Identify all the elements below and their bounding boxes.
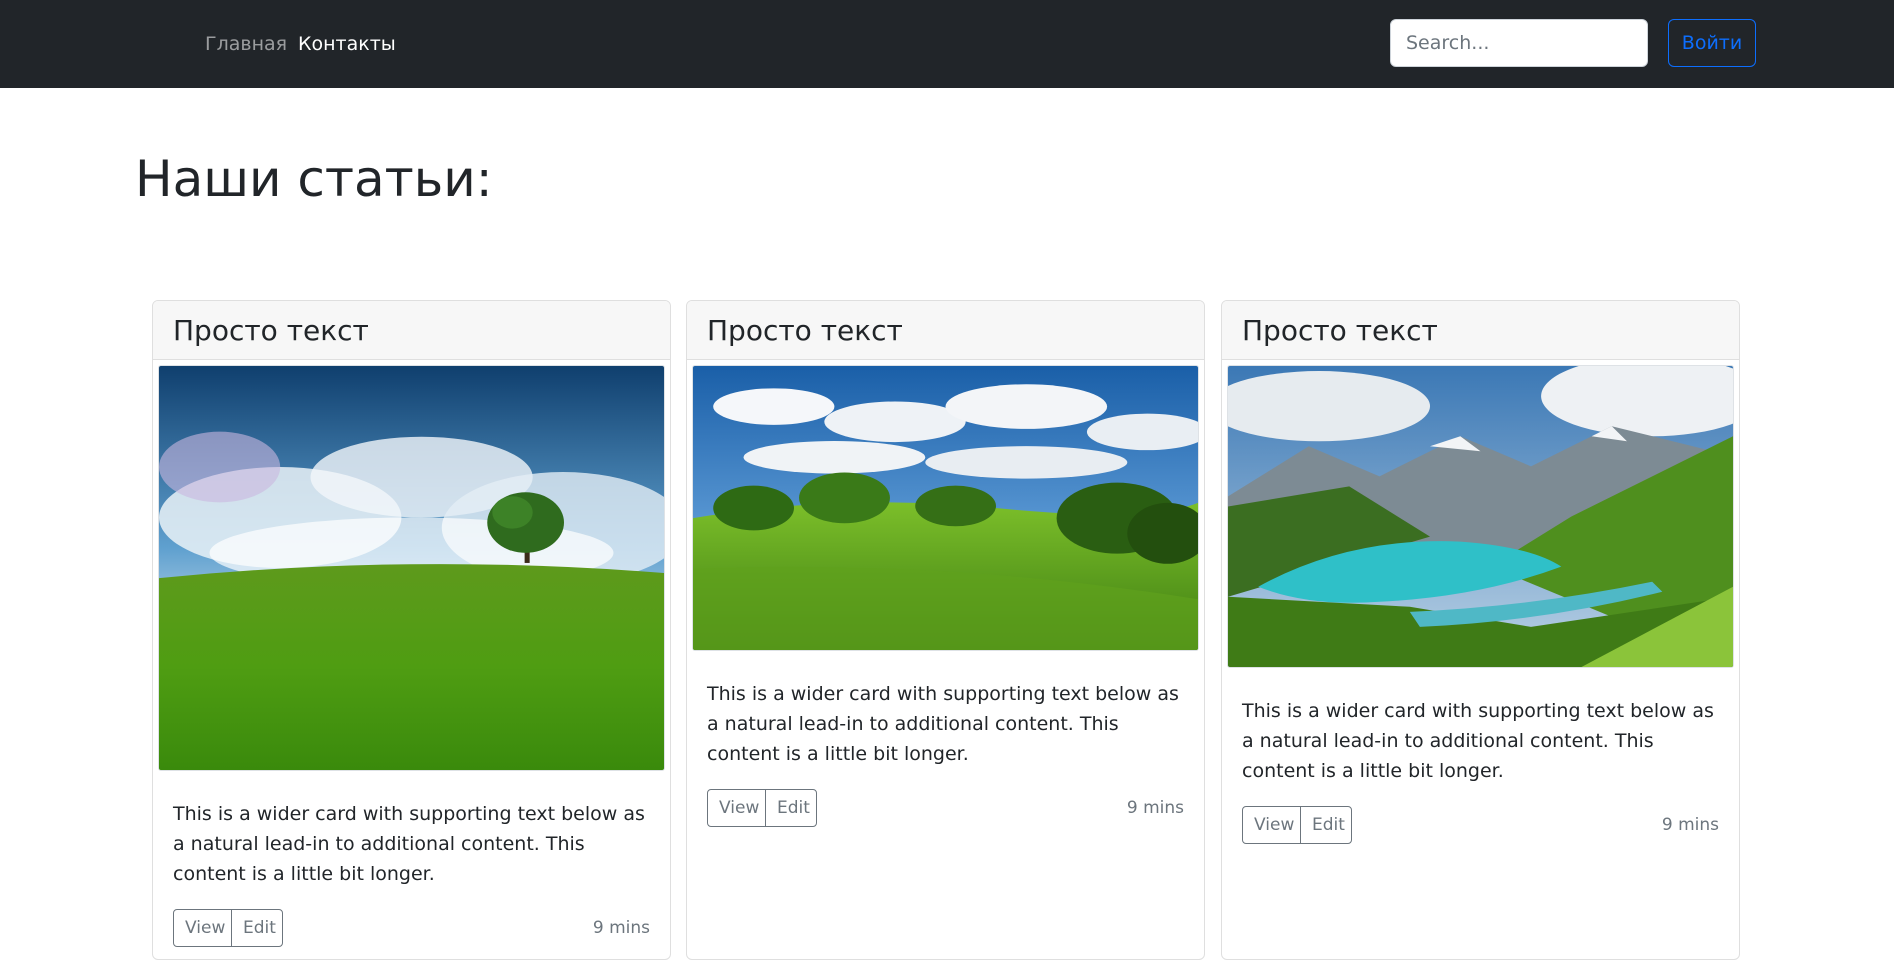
read-time: 9 mins <box>1661 815 1719 835</box>
nav-link-home[interactable]: Главная <box>205 31 287 57</box>
login-button[interactable]: Войти <box>1668 19 1756 67</box>
article-card: Просто текст This is a wider card with s… <box>686 300 1205 960</box>
card-text: This is a wider card with supporting tex… <box>1242 700 1714 782</box>
card-title: Просто текст <box>153 301 670 360</box>
card-image <box>158 365 665 771</box>
card-button-group: View Edit <box>173 909 283 947</box>
card-button-group: View Edit <box>707 789 817 827</box>
card-image <box>1227 365 1734 668</box>
page-title: Наши статьи: <box>135 150 493 208</box>
card-text: This is a wider card with supporting tex… <box>173 803 645 885</box>
navbar: Главная Контакты Войти <box>0 0 1894 88</box>
article-card: Просто текст This is a wider card with s… <box>152 300 671 960</box>
view-button[interactable]: View <box>707 789 766 827</box>
view-button[interactable]: View <box>1242 806 1301 844</box>
view-button[interactable]: View <box>173 909 232 947</box>
read-time: 9 mins <box>1126 798 1184 818</box>
card-button-group: View Edit <box>1242 806 1352 844</box>
card-text: This is a wider card with supporting tex… <box>707 683 1179 765</box>
nav-link-contacts[interactable]: Контакты <box>298 31 396 57</box>
search-input[interactable] <box>1390 19 1648 67</box>
card-image <box>692 365 1199 651</box>
edit-button[interactable]: Edit <box>231 909 283 947</box>
card-title: Просто текст <box>687 301 1204 360</box>
read-time: 9 mins <box>592 918 650 938</box>
edit-button[interactable]: Edit <box>1300 806 1352 844</box>
edit-button[interactable]: Edit <box>765 789 817 827</box>
card-title: Просто текст <box>1222 301 1739 360</box>
article-card: Просто текст This is a wider card with s… <box>1221 300 1740 960</box>
